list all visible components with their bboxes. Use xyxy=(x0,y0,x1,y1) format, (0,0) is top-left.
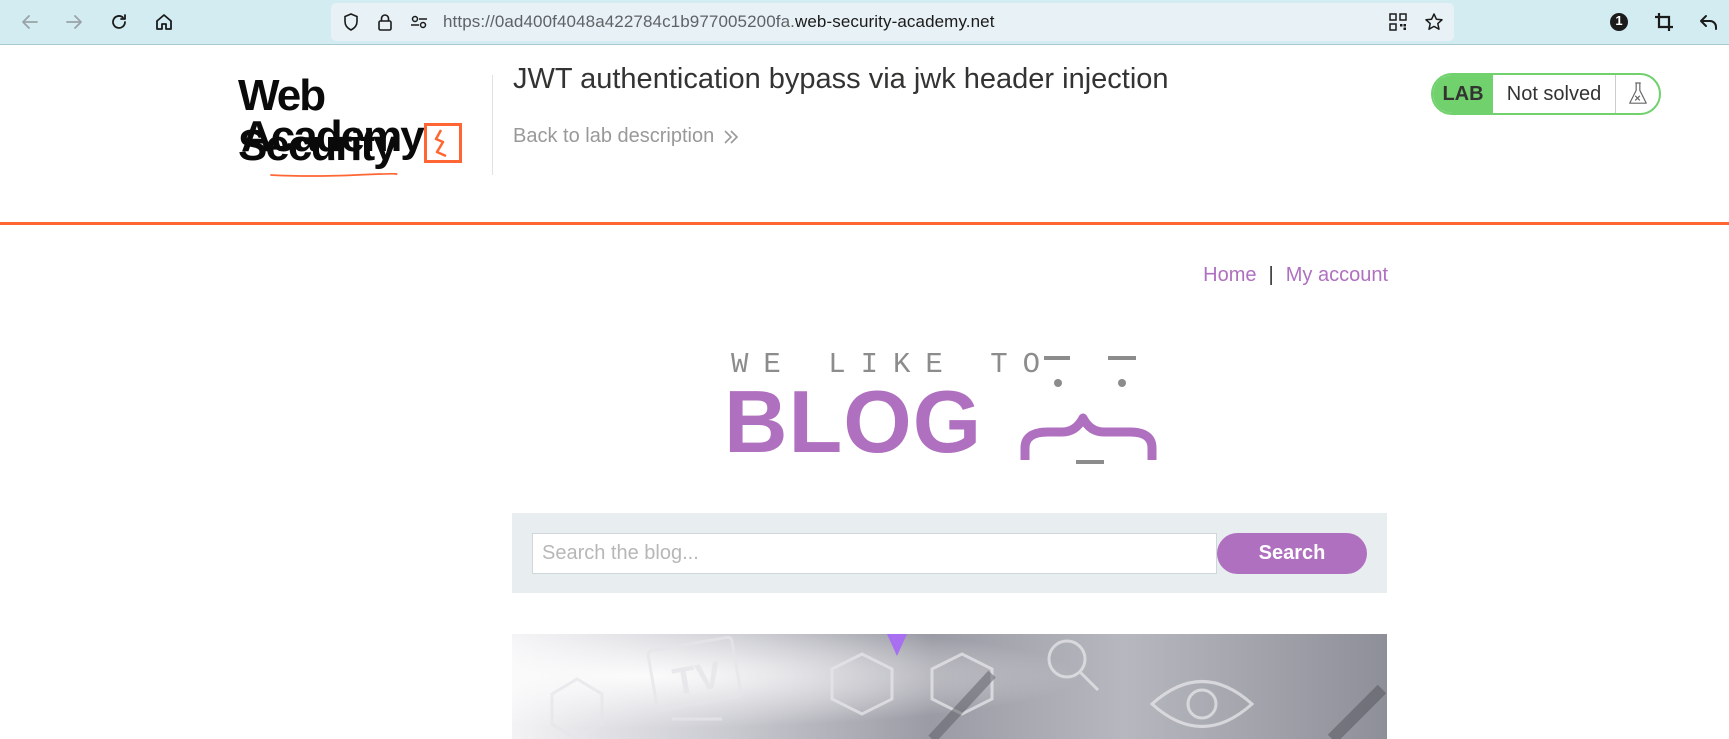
logo-underline-icon xyxy=(270,173,398,177)
extension-badge-icon[interactable]: 1 xyxy=(1603,6,1635,38)
search-panel: Search xyxy=(512,513,1387,593)
flask-icon xyxy=(1616,75,1659,113)
forward-icon[interactable] xyxy=(58,6,90,38)
url-bar[interactable]: https://0ad400f4048a422784c1b977005200fa… xyxy=(331,3,1454,41)
notification-count: 1 xyxy=(1615,13,1623,28)
lab-badge: LAB xyxy=(1433,75,1493,113)
url-text[interactable]: https://0ad400f4048a422784c1b977005200fa… xyxy=(443,12,995,32)
tv-sign: TV xyxy=(670,654,726,704)
header-divider xyxy=(492,75,493,175)
undo-icon[interactable] xyxy=(1693,6,1725,38)
shield-icon[interactable] xyxy=(341,12,361,32)
blog-search-input[interactable] xyxy=(532,533,1217,574)
banner-title: BLOG xyxy=(724,372,983,471)
brace-face-icon xyxy=(1020,356,1157,464)
lab-title: JWT authentication bypass via jwk header… xyxy=(513,63,1169,95)
lab-header: Web Security Academy JWT authentication … xyxy=(0,45,1729,225)
blog-banner: WE LIKE TO BLOG xyxy=(724,348,1174,470)
nav-separator: | xyxy=(1268,264,1274,286)
back-icon[interactable] xyxy=(14,6,46,38)
home-icon[interactable] xyxy=(148,6,180,38)
nav-home-link[interactable]: Home xyxy=(1203,264,1256,290)
browser-toolbar: https://0ad400f4048a422784c1b977005200fa… xyxy=(0,0,1729,45)
search-button[interactable]: Search xyxy=(1217,533,1367,574)
site-navigation: Home | My account xyxy=(1190,264,1388,290)
reload-icon[interactable] xyxy=(103,6,135,38)
double-chevron-right-icon xyxy=(724,129,739,144)
blog-post-artwork-icon: TV xyxy=(512,634,1387,739)
back-link-label: Back to lab description xyxy=(513,125,715,147)
lock-icon[interactable] xyxy=(375,12,395,32)
nav-my-account-link[interactable]: My account xyxy=(1286,264,1388,290)
web-security-academy-logo[interactable]: Web Security Academy xyxy=(238,71,488,181)
blog-post-image[interactable]: TV xyxy=(512,634,1387,739)
back-to-lab-link[interactable]: Back to lab description xyxy=(513,125,740,148)
url-domain: web-security-academy.net xyxy=(794,12,995,31)
permissions-icon[interactable] xyxy=(409,12,429,32)
logo-box-icon xyxy=(424,123,462,163)
logo-line2: Academy xyxy=(241,112,425,161)
bookmark-star-icon[interactable] xyxy=(1424,12,1444,32)
qr-code-icon[interactable] xyxy=(1388,12,1408,32)
lab-status-widget: LAB Not solved xyxy=(1431,73,1661,115)
crop-icon[interactable] xyxy=(1648,6,1680,38)
url-prefix: https://0ad400f4048a422784c1b977005200fa… xyxy=(443,12,795,31)
lab-status-text: Not solved xyxy=(1493,75,1616,113)
